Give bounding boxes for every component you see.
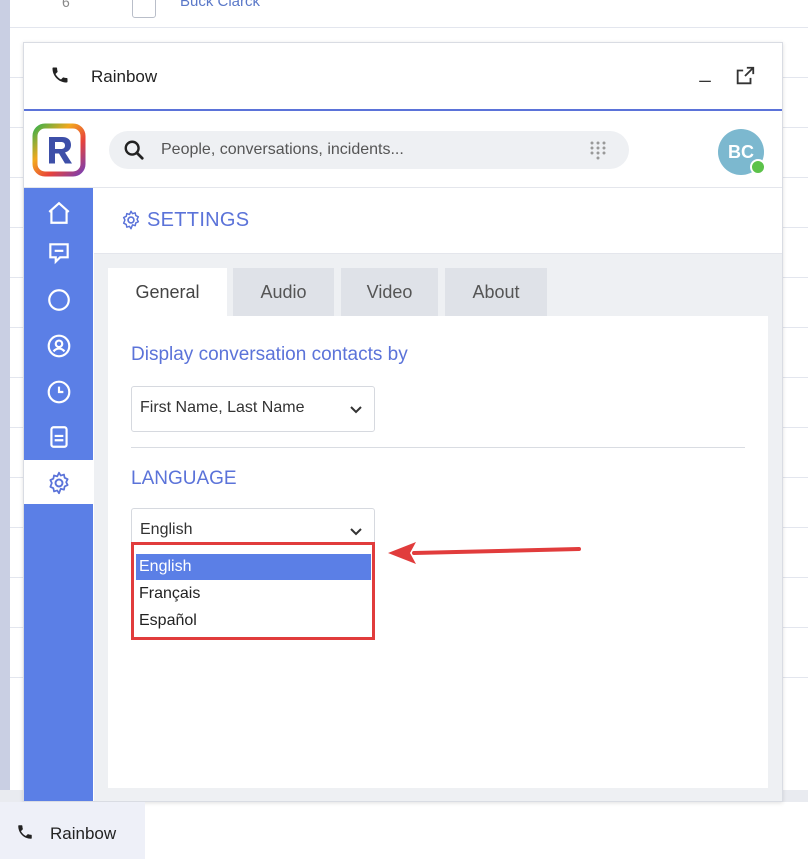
dialpad-icon[interactable] [589,140,607,160]
background-row-checkbox[interactable] [132,0,156,18]
sidebar-item-home[interactable] [24,190,93,234]
background-page-edge [0,0,10,800]
user-avatar[interactable]: BC [718,129,766,175]
sidebar-item-history[interactable] [24,369,93,413]
chevron-down-icon [350,528,362,536]
annotation-arrow-icon [388,542,581,564]
language-option-espanol[interactable]: Español [136,608,371,634]
background-row-name[interactable]: Buck Clarck [180,0,260,10]
chat-icon [49,243,69,265]
settings-header: SETTINGS [94,188,782,254]
contact-icon [47,334,71,358]
chevron-down-icon [350,406,362,414]
taskbar-rainbow[interactable]: Rainbow [0,802,145,859]
sidebar-item-files[interactable] [24,414,93,458]
bubble-icon [48,289,70,311]
display-contacts-label: Display conversation contacts by [131,344,408,365]
phone-icon [18,825,32,839]
clock-icon [47,380,71,404]
language-option-english[interactable]: English [136,554,371,580]
sidebar-item-contacts[interactable] [24,323,93,367]
tab-about[interactable]: About [445,268,547,316]
settings-content: General Audio Video About Display conver… [94,254,782,801]
top-bar: People, conversations, incidents... BC [24,111,782,188]
taskbar-title: Rainbow [50,824,117,843]
window-titlebar: Rainbow _ [24,43,782,111]
presence-indicator [750,159,766,175]
gear-icon [122,210,140,230]
language-value: English [140,521,193,538]
sidebar-item-bubbles[interactable] [24,277,93,321]
tab-audio[interactable]: Audio [233,268,334,316]
search-bar[interactable]: People, conversations, incidents... [109,131,629,169]
home-icon [48,201,70,224]
document-icon [50,426,68,448]
sidebar-item-conversations[interactable] [24,230,93,274]
search-icon [124,140,144,160]
rainbow-logo-icon[interactable] [32,123,86,177]
tab-video[interactable]: Video [341,268,438,316]
minimize-button[interactable]: _ [694,61,716,84]
sidebar-item-settings[interactable] [24,460,93,504]
language-option-francais[interactable]: Français [136,581,371,607]
background-row-divider [10,27,808,28]
search-input[interactable]: People, conversations, incidents... [161,141,404,159]
background-row-number: 6 [62,0,70,10]
sidebar [24,188,93,801]
rainbow-window: Rainbow _ People, conversations, inciden… [23,42,783,802]
section-divider [131,447,745,448]
popout-icon[interactable] [734,65,756,87]
tab-general[interactable]: General [108,268,227,316]
phone-icon [52,67,68,83]
avatar-initials: BC [728,142,754,162]
window-title: Rainbow [91,67,158,86]
page-title: SETTINGS [147,209,250,231]
gear-icon [49,471,69,495]
display-contacts-value: First Name, Last Name [140,399,305,416]
display-contacts-select[interactable]: First Name, Last Name [131,386,375,432]
language-dropdown-list: English Français Español [131,542,375,640]
language-label: LANGUAGE [131,468,237,489]
